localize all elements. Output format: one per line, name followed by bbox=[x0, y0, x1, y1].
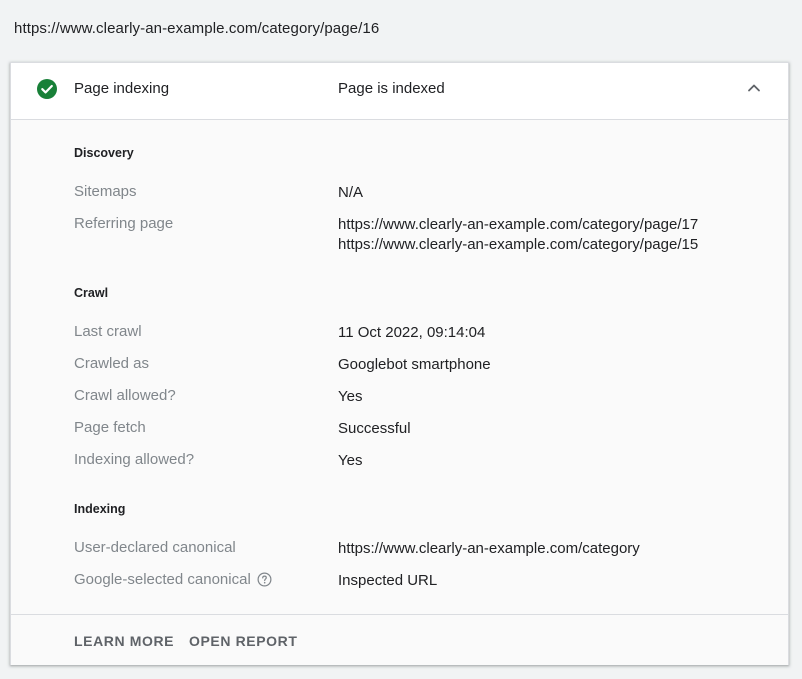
section-title-indexing: Indexing bbox=[74, 502, 126, 516]
value-crawl-allowed: Yes bbox=[338, 388, 363, 405]
value-referring-page: https://www.clearly-an-example.com/categ… bbox=[338, 215, 698, 255]
chevron-up-icon[interactable] bbox=[745, 79, 763, 97]
value-sitemaps: N/A bbox=[338, 184, 364, 201]
label-indexing-allowed: Indexing allowed? bbox=[74, 451, 195, 468]
label-page-fetch: Page fetch bbox=[74, 419, 146, 436]
label-user-declared-canonical: User-declared canonical bbox=[74, 539, 236, 556]
card-footer: LEARN MORE OPEN REPORT bbox=[11, 614, 788, 665]
label-referring-page: Referring page bbox=[74, 215, 174, 232]
page-indexing-card: Page indexing Page is indexed Discovery … bbox=[10, 62, 789, 665]
inspected-url: https://www.clearly-an-example.com/categ… bbox=[14, 20, 380, 37]
label-sitemaps: Sitemaps bbox=[74, 183, 137, 200]
help-icon[interactable] bbox=[257, 572, 272, 587]
referring-page-link[interactable]: https://www.clearly-an-example.com/categ… bbox=[338, 235, 698, 255]
check-circle-icon bbox=[37, 79, 57, 99]
value-indexing-allowed: Yes bbox=[338, 452, 363, 469]
page-indexing-title: Page indexing bbox=[74, 80, 170, 97]
value-user-declared-canonical: https://www.clearly-an-example.com/categ… bbox=[338, 540, 640, 557]
section-title-crawl: Crawl bbox=[74, 286, 109, 300]
section-title-discovery: Discovery bbox=[74, 146, 134, 160]
label-google-selected-canonical: Google-selected canonical bbox=[74, 571, 272, 588]
label-crawl-allowed: Crawl allowed? bbox=[74, 387, 176, 404]
referring-page-link[interactable]: https://www.clearly-an-example.com/categ… bbox=[338, 215, 698, 235]
open-report-button[interactable]: OPEN REPORT bbox=[189, 633, 298, 649]
page-indexing-status: Page is indexed bbox=[338, 80, 445, 97]
label-crawled-as: Crawled as bbox=[74, 355, 150, 372]
learn-more-button[interactable]: LEARN MORE bbox=[74, 633, 174, 649]
label-last-crawl: Last crawl bbox=[74, 323, 142, 340]
page-indexing-header[interactable]: Page indexing Page is indexed bbox=[11, 63, 788, 120]
value-crawled-as: Googlebot smartphone bbox=[338, 356, 491, 373]
value-last-crawl: 11 Oct 2022, 09:14:04 bbox=[338, 324, 486, 341]
value-google-selected-canonical: Inspected URL bbox=[338, 572, 438, 589]
value-page-fetch: Successful bbox=[338, 420, 411, 437]
google-selected-canonical-text: Google-selected canonical bbox=[74, 571, 251, 588]
